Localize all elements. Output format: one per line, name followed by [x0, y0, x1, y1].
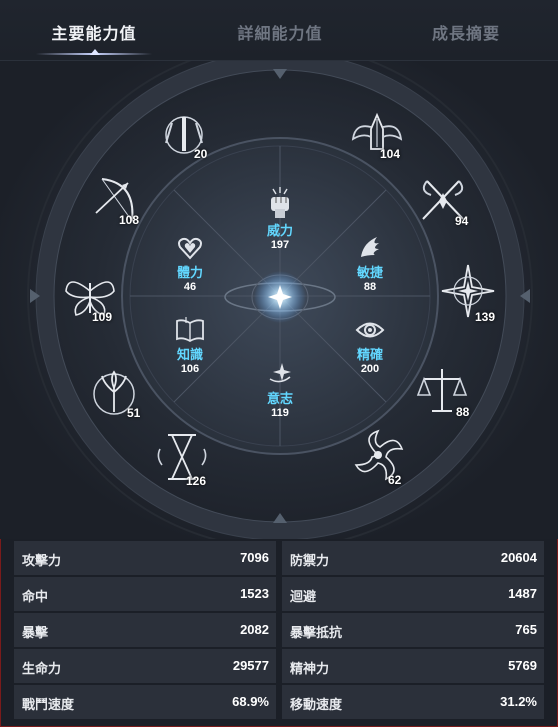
stat-value: 68.9%: [232, 694, 269, 709]
stat-label: 防禦力: [290, 553, 330, 568]
inner-stat-name: 知識: [176, 347, 203, 362]
stat-value: 31.2%: [500, 694, 537, 709]
stat-label: 迴避: [290, 589, 317, 604]
active-tab-caret: [90, 49, 100, 55]
stat-label: 生命力: [22, 661, 62, 676]
stat-value: 2082: [240, 622, 269, 637]
tab-bar: 主要能力值 詳細能力值 成長摘要: [0, 0, 558, 61]
outer-stat-value: 88: [456, 405, 470, 419]
wing-icon: [361, 237, 379, 257]
outer-stat-value: 139: [475, 310, 496, 324]
stat-row: 暴擊 2082: [14, 613, 276, 647]
stat-row: 攻擊力 7096: [14, 541, 276, 575]
tab-main-stats[interactable]: 主要能力值: [19, 20, 169, 44]
inner-stat-value: 119: [271, 407, 289, 419]
stat-row: 移動速度 31.2%: [282, 685, 544, 719]
stat-row: 生命力 29577: [14, 649, 276, 683]
stat-value: 20604: [500, 550, 537, 565]
outer-stat-value: 104: [380, 147, 401, 161]
stat-value: 29577: [232, 658, 269, 673]
stat-row: 暴擊抵抗 765: [282, 613, 544, 647]
stat-row: 防禦力 20604: [282, 541, 544, 575]
inner-stat-value: 106: [180, 363, 200, 375]
stat-value: 765: [515, 622, 537, 637]
inner-stat-power[interactable]: 威力 197: [250, 185, 310, 251]
stat-label: 攻擊力: [22, 553, 62, 568]
inner-stat-name: 精確: [356, 347, 383, 362]
outer-stat-value: 126: [186, 474, 207, 488]
outer-stat-value: 20: [194, 147, 208, 161]
outer-stat-value: 109: [92, 310, 113, 324]
eye-icon: [355, 322, 385, 338]
stat-label: 精神力: [290, 661, 330, 676]
inner-stat-value: 46: [183, 281, 197, 293]
inner-stat-will[interactable]: 意志 119: [250, 359, 310, 419]
stat-value: 7096: [240, 550, 269, 565]
stat-row: 精神力 5769: [282, 649, 544, 683]
inner-stat-agility[interactable]: 敏捷 88: [340, 233, 400, 293]
outer-stat-value: 108: [119, 213, 140, 227]
stat-wheel-panel: 20 104 94 139 88 62 126 51 109 108 威力 19…: [0, 61, 558, 539]
outer-stat-value: 62: [388, 473, 402, 487]
stat-label: 命中: [22, 589, 49, 604]
stat-value: 5769: [508, 658, 537, 673]
stat-value: 1523: [240, 586, 269, 601]
stat-label: 移動速度: [290, 697, 343, 712]
inner-stat-value: 200: [360, 363, 380, 375]
tab-growth-summary[interactable]: 成長摘要: [391, 20, 541, 44]
inner-stat-name: 敏捷: [356, 265, 383, 280]
inner-stat-value: 88: [363, 281, 377, 293]
stat-row: 迴避 1487: [282, 577, 544, 611]
spark-icon: [269, 363, 291, 383]
inner-stat-precision[interactable]: 精確 200: [340, 317, 400, 375]
inner-stat-stamina[interactable]: 體力 46: [160, 235, 220, 293]
stat-row: 戰鬥速度 68.9%: [14, 685, 276, 719]
heart-icon: [178, 237, 202, 260]
outer-stat-value: 94: [455, 214, 469, 228]
book-icon: [176, 317, 204, 343]
inner-stat-value: 197: [270, 239, 290, 251]
stat-row: 命中 1523: [14, 577, 276, 611]
stat-label: 戰鬥速度: [22, 697, 75, 712]
inner-stat-knowledge[interactable]: 知識 106: [160, 315, 220, 375]
stat-label: 暴擊抵抗: [290, 625, 343, 640]
fist-icon: [271, 187, 289, 218]
outer-stat-value: 51: [127, 406, 141, 420]
tab-detailed-stats[interactable]: 詳細能力值: [205, 20, 355, 44]
stat-value: 1487: [508, 586, 537, 601]
stat-label: 暴擊: [22, 625, 49, 640]
inner-stat-name: 威力: [266, 223, 293, 238]
inner-stat-name: 體力: [176, 265, 203, 280]
inner-stat-name: 意志: [266, 391, 293, 406]
